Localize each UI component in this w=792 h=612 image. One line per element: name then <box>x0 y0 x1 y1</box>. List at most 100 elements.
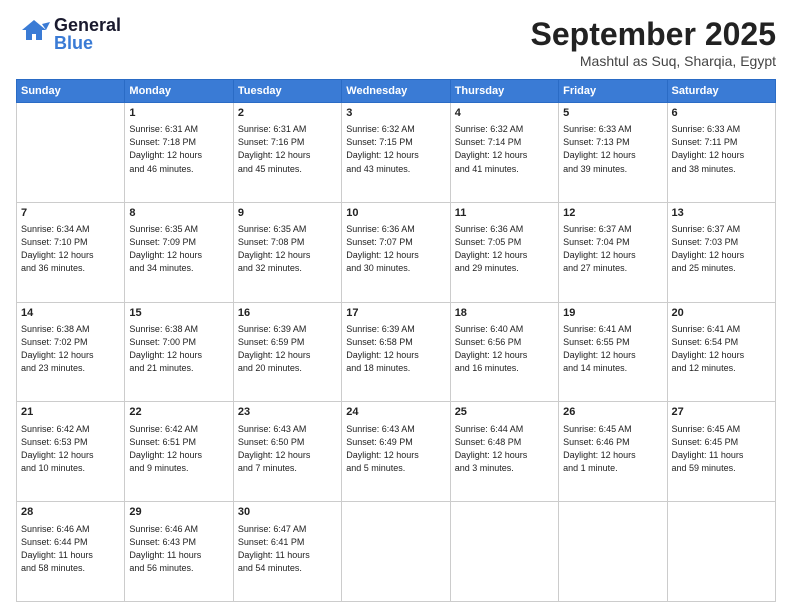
day-number: 11 <box>455 206 554 221</box>
calendar-cell <box>342 502 450 602</box>
day-number: 15 <box>129 306 228 321</box>
cell-content: Sunrise: 6:38 AM Sunset: 7:02 PM Dayligh… <box>21 323 120 375</box>
day-number: 6 <box>672 106 771 121</box>
calendar-header-wednesday: Wednesday <box>342 80 450 103</box>
cell-content: Sunrise: 6:39 AM Sunset: 6:58 PM Dayligh… <box>346 323 445 375</box>
day-number: 7 <box>21 206 120 221</box>
calendar-cell: 3Sunrise: 6:32 AM Sunset: 7:15 PM Daylig… <box>342 103 450 203</box>
day-number: 13 <box>672 206 771 221</box>
day-number: 2 <box>238 106 337 121</box>
day-number: 27 <box>672 405 771 420</box>
cell-content: Sunrise: 6:35 AM Sunset: 7:08 PM Dayligh… <box>238 223 337 275</box>
cell-content: Sunrise: 6:37 AM Sunset: 7:03 PM Dayligh… <box>672 223 771 275</box>
day-number: 30 <box>238 505 337 520</box>
calendar-header-saturday: Saturday <box>667 80 775 103</box>
cell-content: Sunrise: 6:34 AM Sunset: 7:10 PM Dayligh… <box>21 223 120 275</box>
header: General Blue September 2025 Mashtul as S… <box>16 16 776 69</box>
day-number: 26 <box>563 405 662 420</box>
cell-content: Sunrise: 6:44 AM Sunset: 6:48 PM Dayligh… <box>455 423 554 475</box>
cell-content: Sunrise: 6:40 AM Sunset: 6:56 PM Dayligh… <box>455 323 554 375</box>
cell-content: Sunrise: 6:43 AM Sunset: 6:50 PM Dayligh… <box>238 423 337 475</box>
logo-icon <box>16 16 52 52</box>
day-number: 16 <box>238 306 337 321</box>
day-number: 19 <box>563 306 662 321</box>
calendar-header-monday: Monday <box>125 80 233 103</box>
calendar-header-friday: Friday <box>559 80 667 103</box>
calendar-cell <box>450 502 558 602</box>
calendar-cell: 19 Sunrise: 6:41 AM Sunset: 6:55 PM Dayli… <box>559 302 667 402</box>
day-number: 24 <box>346 405 445 420</box>
cell-content: Sunrise: 6:41 AM Sunset: 6:55 PM Dayligh… <box>563 323 662 375</box>
calendar-cell: 8 Sunrise: 6:35 AM Sunset: 7:09 PM Daylig… <box>125 202 233 302</box>
calendar-cell: 22Sunrise: 6:42 AM Sunset: 6:51 PM Dayli… <box>125 402 233 502</box>
cell-content: Sunrise: 6:33 AM Sunset: 7:13 PM Dayligh… <box>563 123 662 175</box>
calendar-week-row: 7 Sunrise: 6:34 AM Sunset: 7:10 PM Daylig… <box>17 202 776 302</box>
calendar-cell: 16 Sunrise: 6:39 AM Sunset: 6:59 PM Dayli… <box>233 302 341 402</box>
month-title: September 2025 <box>531 16 776 53</box>
calendar-week-row: 28Sunrise: 6:46 AM Sunset: 6:44 PM Dayli… <box>17 502 776 602</box>
calendar-cell: 30 Sunrise: 6:47 AM Sunset: 6:41 PM Dayli… <box>233 502 341 602</box>
day-number: 8 <box>129 206 228 221</box>
cell-content: Sunrise: 6:31 AM Sunset: 7:18 PM Dayligh… <box>129 123 228 175</box>
cell-content: Sunrise: 6:39 AM Sunset: 6:59 PM Dayligh… <box>238 323 337 375</box>
day-number: 23 <box>238 405 337 420</box>
calendar-cell: 27Sunrise: 6:45 AM Sunset: 6:45 PM Dayli… <box>667 402 775 502</box>
calendar-cell: 1 Sunrise: 6:31 AM Sunset: 7:18 PM Daylig… <box>125 103 233 203</box>
cell-content: Sunrise: 6:42 AM Sunset: 6:53 PM Dayligh… <box>21 423 120 475</box>
calendar-cell: 20Sunrise: 6:41 AM Sunset: 6:54 PM Dayli… <box>667 302 775 402</box>
title-block: September 2025 Mashtul as Suq, Sharqia, … <box>531 16 776 69</box>
calendar-header-thursday: Thursday <box>450 80 558 103</box>
calendar-cell: 7 Sunrise: 6:34 AM Sunset: 7:10 PM Daylig… <box>17 202 125 302</box>
calendar-cell: 17 Sunrise: 6:39 AM Sunset: 6:58 PM Dayli… <box>342 302 450 402</box>
calendar-cell <box>559 502 667 602</box>
calendar-cell: 10 Sunrise: 6:36 AM Sunset: 7:07 PM Dayli… <box>342 202 450 302</box>
day-number: 14 <box>21 306 120 321</box>
cell-content: Sunrise: 6:43 AM Sunset: 6:49 PM Dayligh… <box>346 423 445 475</box>
day-number: 10 <box>346 206 445 221</box>
cell-content: Sunrise: 6:47 AM Sunset: 6:41 PM Dayligh… <box>238 523 337 575</box>
logo-name-block: General Blue <box>54 16 121 52</box>
calendar-header-tuesday: Tuesday <box>233 80 341 103</box>
day-number: 28 <box>21 505 120 520</box>
cell-content: Sunrise: 6:38 AM Sunset: 7:00 PM Dayligh… <box>129 323 228 375</box>
day-number: 1 <box>129 106 228 121</box>
calendar-cell: 2 Sunrise: 6:31 AM Sunset: 7:16 PM Daylig… <box>233 103 341 203</box>
cell-content: Sunrise: 6:46 AM Sunset: 6:43 PM Dayligh… <box>129 523 228 575</box>
day-number: 4 <box>455 106 554 121</box>
calendar-cell: 12Sunrise: 6:37 AM Sunset: 7:04 PM Dayli… <box>559 202 667 302</box>
cell-content: Sunrise: 6:45 AM Sunset: 6:46 PM Dayligh… <box>563 423 662 475</box>
day-number: 18 <box>455 306 554 321</box>
day-number: 5 <box>563 106 662 121</box>
day-number: 17 <box>346 306 445 321</box>
logo-general-text: General <box>54 16 121 34</box>
calendar-week-row: 1 Sunrise: 6:31 AM Sunset: 7:18 PM Daylig… <box>17 103 776 203</box>
day-number: 9 <box>238 206 337 221</box>
cell-content: Sunrise: 6:36 AM Sunset: 7:07 PM Dayligh… <box>346 223 445 275</box>
calendar-cell: 15 Sunrise: 6:38 AM Sunset: 7:00 PM Dayli… <box>125 302 233 402</box>
cell-content: Sunrise: 6:31 AM Sunset: 7:16 PM Dayligh… <box>238 123 337 175</box>
cell-content: Sunrise: 6:35 AM Sunset: 7:09 PM Dayligh… <box>129 223 228 275</box>
calendar-cell <box>17 103 125 203</box>
calendar-header-row: SundayMondayTuesdayWednesdayThursdayFrid… <box>17 80 776 103</box>
cell-content: Sunrise: 6:32 AM Sunset: 7:15 PM Dayligh… <box>346 123 445 175</box>
logo: General Blue <box>16 16 121 52</box>
calendar-cell: 13 Sunrise: 6:37 AM Sunset: 7:03 PM Dayli… <box>667 202 775 302</box>
calendar-cell: 18 Sunrise: 6:40 AM Sunset: 6:56 PM Dayli… <box>450 302 558 402</box>
calendar-cell: 26 Sunrise: 6:45 AM Sunset: 6:46 PM Dayli… <box>559 402 667 502</box>
page: General Blue September 2025 Mashtul as S… <box>0 0 792 612</box>
cell-content: Sunrise: 6:32 AM Sunset: 7:14 PM Dayligh… <box>455 123 554 175</box>
day-number: 12 <box>563 206 662 221</box>
day-number: 20 <box>672 306 771 321</box>
calendar-header-sunday: Sunday <box>17 80 125 103</box>
calendar-week-row: 14 Sunrise: 6:38 AM Sunset: 7:02 PM Dayli… <box>17 302 776 402</box>
location-title: Mashtul as Suq, Sharqia, Egypt <box>531 53 776 69</box>
calendar-cell: 11Sunrise: 6:36 AM Sunset: 7:05 PM Dayli… <box>450 202 558 302</box>
calendar-cell: 6Sunrise: 6:33 AM Sunset: 7:11 PM Daylig… <box>667 103 775 203</box>
calendar-cell: 9 Sunrise: 6:35 AM Sunset: 7:08 PM Daylig… <box>233 202 341 302</box>
day-number: 29 <box>129 505 228 520</box>
calendar-cell: 14 Sunrise: 6:38 AM Sunset: 7:02 PM Dayli… <box>17 302 125 402</box>
calendar-cell: 4 Sunrise: 6:32 AM Sunset: 7:14 PM Daylig… <box>450 103 558 203</box>
calendar-cell: 23 Sunrise: 6:43 AM Sunset: 6:50 PM Dayli… <box>233 402 341 502</box>
calendar-cell: 24 Sunrise: 6:43 AM Sunset: 6:49 PM Dayli… <box>342 402 450 502</box>
day-number: 22 <box>129 405 228 420</box>
